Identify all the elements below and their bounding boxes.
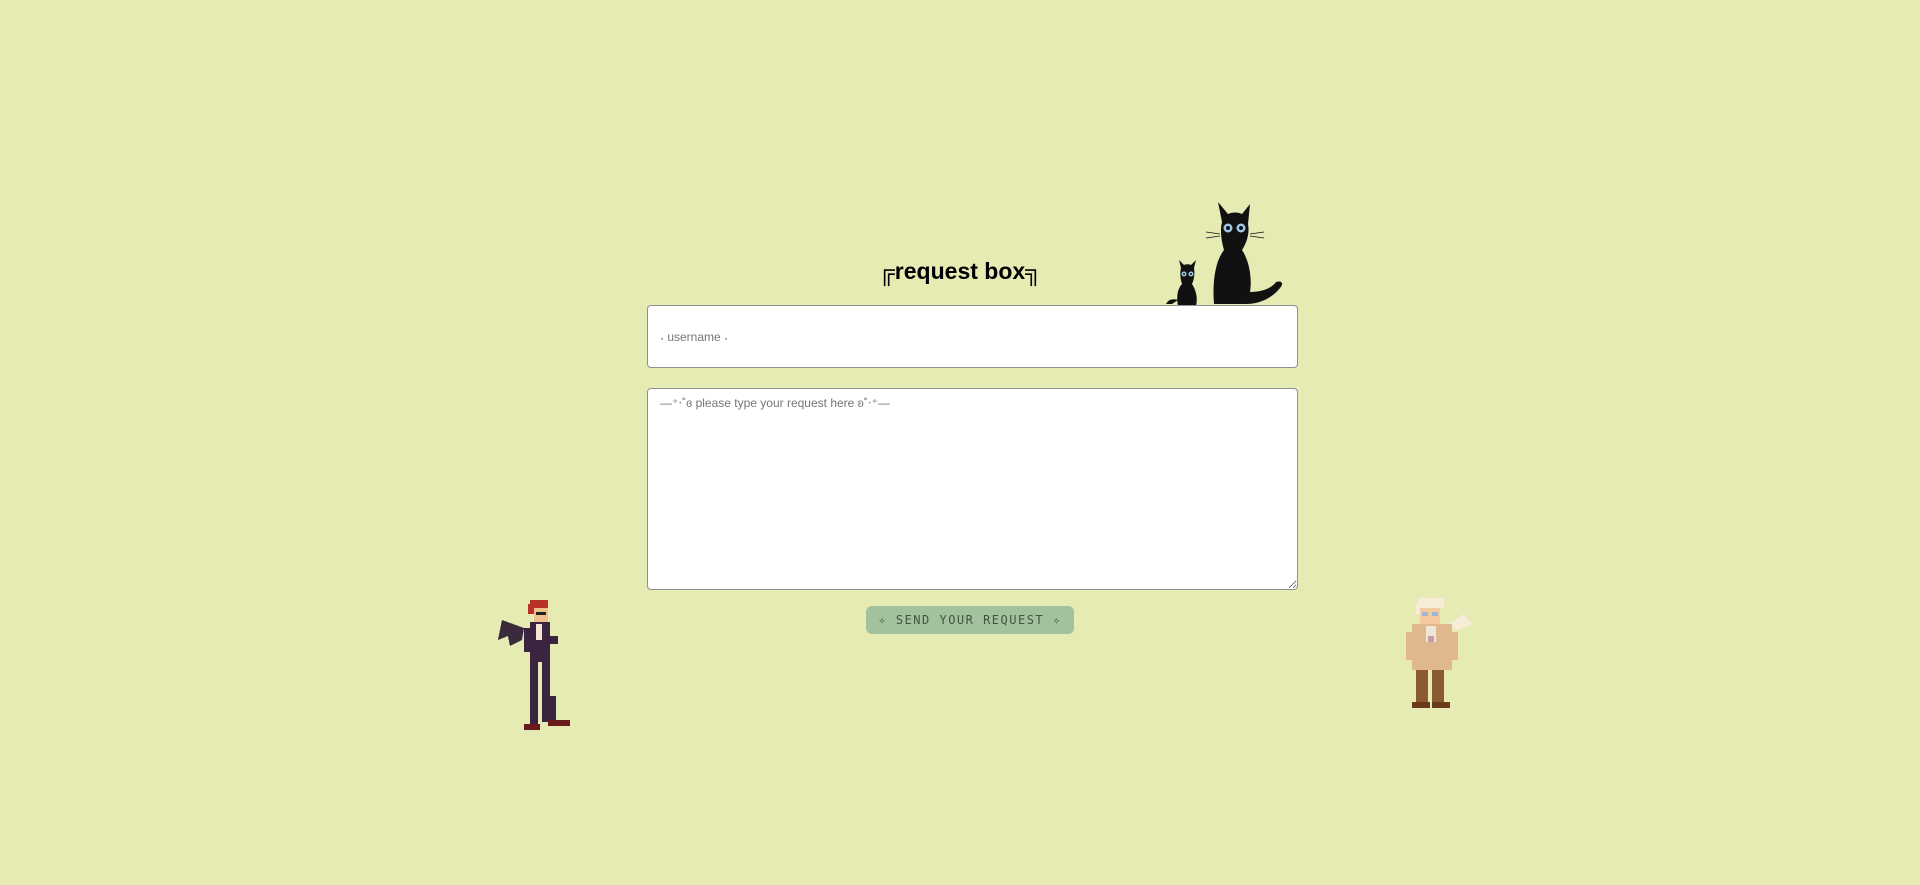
username-input[interactable] xyxy=(647,305,1298,368)
demon-character-sprite xyxy=(498,600,570,730)
page-title: ╔request box╗ xyxy=(878,258,1042,284)
request-textarea[interactable] xyxy=(647,388,1298,590)
angel-character-sprite xyxy=(1406,598,1472,708)
black-cats-illustration xyxy=(1166,202,1283,306)
page: ╔request box╗ ✧ SEND YOUR REQUEST ✧ xyxy=(0,0,1920,885)
send-request-button[interactable]: ✧ SEND YOUR REQUEST ✧ xyxy=(866,606,1074,634)
